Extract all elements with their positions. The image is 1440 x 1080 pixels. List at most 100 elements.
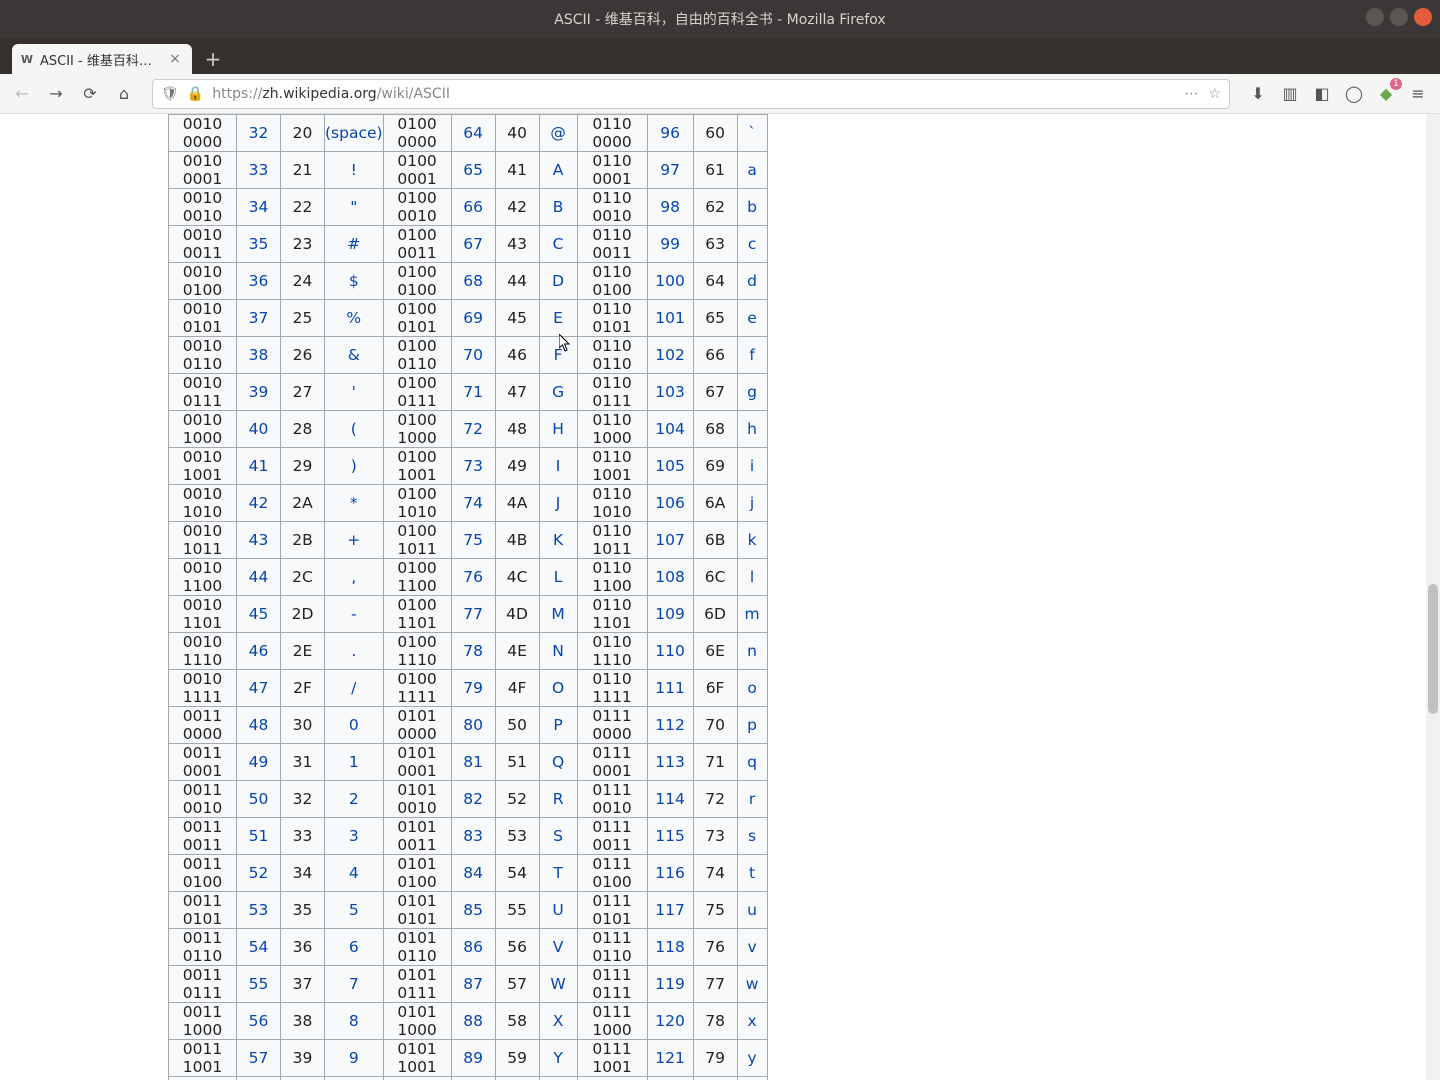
wiki-link[interactable]: S — [553, 827, 563, 845]
wiki-link[interactable]: 54 — [249, 938, 269, 956]
tracking-shield-icon[interactable]: 🛡 — [161, 86, 179, 102]
table-cell[interactable]: F — [539, 337, 577, 374]
wiki-link[interactable]: (space) — [325, 124, 383, 142]
table-cell[interactable]: 56 — [237, 1003, 281, 1040]
bookmark-star-icon[interactable]: ☆ — [1208, 86, 1221, 102]
table-cell[interactable]: Q — [539, 744, 577, 781]
table-cell[interactable]: u — [737, 892, 767, 929]
wiki-link[interactable]: & — [348, 346, 360, 364]
table-cell[interactable]: 97 — [647, 152, 693, 189]
wiki-link[interactable]: W — [550, 975, 565, 993]
table-cell[interactable]: : — [325, 1077, 384, 1080]
wiki-link[interactable]: v — [747, 938, 756, 956]
wiki-link[interactable]: u — [747, 901, 757, 919]
table-cell[interactable]: 78 — [451, 633, 495, 670]
table-cell[interactable]: n — [737, 633, 767, 670]
table-cell[interactable]: 102 — [647, 337, 693, 374]
table-cell[interactable]: 40 — [237, 411, 281, 448]
table-cell[interactable]: 121 — [647, 1040, 693, 1077]
table-cell[interactable]: & — [325, 337, 384, 374]
table-cell[interactable]: V — [539, 929, 577, 966]
table-cell[interactable]: D — [539, 263, 577, 300]
table-cell[interactable]: M — [539, 596, 577, 633]
wiki-link[interactable]: ' — [352, 383, 356, 401]
wiki-link[interactable]: L — [554, 568, 563, 586]
table-cell[interactable]: L — [539, 559, 577, 596]
table-cell[interactable]: I — [539, 448, 577, 485]
wiki-link[interactable]: J — [556, 494, 561, 512]
wiki-link[interactable]: / — [351, 679, 356, 697]
vertical-scrollbar[interactable] — [1426, 114, 1440, 1080]
wiki-link[interactable]: 114 — [655, 790, 685, 808]
wiki-link[interactable]: d — [747, 272, 757, 290]
wiki-link[interactable]: % — [346, 309, 361, 327]
table-cell[interactable]: 42 — [237, 485, 281, 522]
wiki-link[interactable]: 0 — [349, 716, 359, 734]
wiki-link[interactable]: 82 — [463, 790, 483, 808]
wiki-link[interactable]: 117 — [655, 901, 685, 919]
wiki-link[interactable]: 83 — [463, 827, 483, 845]
table-cell[interactable]: 46 — [237, 633, 281, 670]
wiki-link[interactable]: 112 — [655, 716, 685, 734]
table-cell[interactable]: 5 — [325, 892, 384, 929]
wiki-link[interactable]: 53 — [249, 901, 269, 919]
table-cell[interactable]: B — [539, 189, 577, 226]
wiki-link[interactable]: p — [747, 716, 757, 734]
wiki-link[interactable]: 74 — [463, 494, 483, 512]
wiki-link[interactable]: 9 — [349, 1049, 359, 1067]
table-cell[interactable]: $ — [325, 263, 384, 300]
account-icon[interactable]: ◯ — [1340, 80, 1368, 108]
table-cell[interactable]: . — [325, 633, 384, 670]
table-cell[interactable]: 65 — [451, 152, 495, 189]
table-cell[interactable]: - — [325, 596, 384, 633]
wiki-link[interactable]: 109 — [655, 605, 685, 623]
wiki-link[interactable]: w — [746, 975, 759, 993]
table-cell[interactable]: r — [737, 781, 767, 818]
wiki-link[interactable]: 99 — [660, 235, 680, 253]
table-cell[interactable]: 106 — [647, 485, 693, 522]
wiki-link[interactable]: Y — [553, 1049, 562, 1067]
table-cell[interactable]: R — [539, 781, 577, 818]
wiki-link[interactable]: b — [747, 198, 757, 216]
table-cell[interactable]: s — [737, 818, 767, 855]
wiki-link[interactable]: r — [749, 790, 755, 808]
table-cell[interactable]: P — [539, 707, 577, 744]
wiki-link[interactable]: l — [750, 568, 754, 586]
close-window-icon[interactable] — [1414, 8, 1432, 26]
table-cell[interactable]: Z — [539, 1077, 577, 1080]
table-cell[interactable]: 0 — [325, 707, 384, 744]
table-cell[interactable]: 64 — [451, 115, 495, 152]
table-cell[interactable]: 57 — [237, 1040, 281, 1077]
wiki-link[interactable]: 111 — [655, 679, 685, 697]
table-cell[interactable]: 86 — [451, 929, 495, 966]
wiki-link[interactable]: A — [553, 161, 564, 179]
table-cell[interactable]: + — [325, 522, 384, 559]
wiki-link[interactable]: 104 — [655, 420, 685, 438]
table-cell[interactable]: 51 — [237, 818, 281, 855]
wiki-link[interactable]: 97 — [660, 161, 680, 179]
wiki-link[interactable]: a — [747, 161, 757, 179]
wiki-link[interactable]: 67 — [463, 235, 483, 253]
wiki-link[interactable]: 85 — [463, 901, 483, 919]
wiki-link[interactable]: 105 — [655, 457, 685, 475]
table-cell[interactable]: 83 — [451, 818, 495, 855]
wiki-link[interactable]: ) — [351, 457, 357, 475]
wiki-link[interactable]: 3 — [349, 827, 359, 845]
wiki-link[interactable]: c — [748, 235, 757, 253]
wiki-link[interactable]: 100 — [655, 272, 685, 290]
wiki-link[interactable]: o — [747, 679, 756, 697]
wiki-link[interactable]: Q — [552, 753, 564, 771]
home-button[interactable]: ⌂ — [110, 80, 138, 108]
table-cell[interactable]: j — [737, 485, 767, 522]
wiki-link[interactable]: 76 — [463, 568, 483, 586]
table-cell[interactable]: 73 — [451, 448, 495, 485]
table-cell[interactable]: 3 — [325, 818, 384, 855]
wiki-link[interactable]: 121 — [655, 1049, 685, 1067]
wiki-link[interactable]: C — [553, 235, 564, 253]
wiki-link[interactable]: 106 — [655, 494, 685, 512]
table-cell[interactable]: 36 — [237, 263, 281, 300]
wiki-link[interactable]: 35 — [249, 235, 269, 253]
wiki-link[interactable]: 102 — [655, 346, 685, 364]
downloads-icon[interactable]: ⬇ — [1244, 80, 1272, 108]
table-cell[interactable]: 4 — [325, 855, 384, 892]
